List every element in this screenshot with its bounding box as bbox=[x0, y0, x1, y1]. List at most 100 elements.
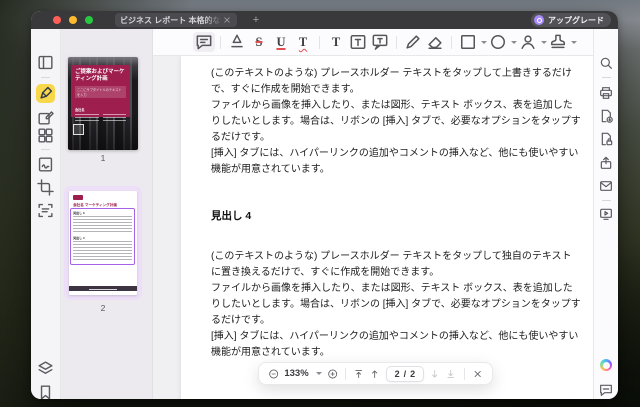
highlighter-icon[interactable] bbox=[226, 32, 248, 52]
edit-pdf-icon[interactable] bbox=[36, 108, 55, 127]
last-page-icon[interactable] bbox=[445, 367, 456, 381]
ai-assistant-icon[interactable] bbox=[598, 357, 614, 373]
paragraph: [挿入] タブには、ハイパーリンクの追加やコメントの挿入など、他にも使いやすい機… bbox=[211, 146, 581, 178]
cover-subtitle: ここにサブタイトルのテキストを入力 bbox=[75, 86, 126, 98]
main-area: S U T T (このテキストのような) プレースホルダー bbox=[153, 29, 594, 399]
feedback-icon[interactable] bbox=[598, 382, 614, 398]
zoom-out-icon[interactable] bbox=[268, 367, 279, 381]
divider bbox=[41, 77, 50, 78]
upgrade-label: アップグレード bbox=[548, 15, 604, 26]
new-tab-button[interactable]: + bbox=[249, 13, 263, 27]
document-tab[interactable]: ビジネス レポート 本格的なデ bbox=[115, 13, 237, 27]
ocr-icon[interactable] bbox=[36, 201, 55, 220]
divider bbox=[41, 149, 50, 150]
paragraph: (このテキストのような) プレースホルダー テキストをタップして独自のテキストに… bbox=[211, 249, 581, 281]
annotate-marker-icon[interactable] bbox=[36, 84, 55, 103]
email-icon[interactable] bbox=[598, 178, 614, 194]
crop-pages-icon[interactable] bbox=[36, 178, 55, 197]
tab-title: ビジネス レポート 本格的なデ bbox=[120, 15, 222, 26]
divider bbox=[220, 36, 221, 49]
share-icon[interactable] bbox=[598, 155, 614, 171]
paragraph: ファイルから画像を挿入したり、または図形、テキスト ボックス、表を追加したりした… bbox=[211, 281, 581, 329]
divider bbox=[602, 200, 611, 201]
window-content: ご提案およびマーケティング計画 ここにサブタイトルのテキストを入力 会社名 1 … bbox=[31, 29, 618, 399]
annotation-toolbar: S U T T bbox=[153, 29, 594, 56]
eraser-icon[interactable] bbox=[424, 32, 446, 52]
next-page-icon[interactable] bbox=[429, 367, 440, 381]
upgrade-icon bbox=[534, 15, 544, 25]
total-pages: 2 bbox=[410, 369, 415, 379]
left-toolbar bbox=[31, 29, 61, 399]
zoom-level[interactable]: 133% bbox=[284, 368, 308, 379]
visible-area-indicator[interactable] bbox=[70, 208, 135, 265]
shape-rect-icon[interactable] bbox=[457, 32, 479, 52]
upgrade-button[interactable]: アップグレード bbox=[531, 13, 611, 27]
squiggly-icon[interactable]: T bbox=[292, 32, 314, 52]
shape-ellipse-icon[interactable] bbox=[487, 32, 509, 52]
divider bbox=[345, 368, 346, 380]
sign-icon[interactable] bbox=[36, 155, 55, 174]
first-page-icon[interactable] bbox=[353, 367, 364, 381]
pencil-icon[interactable] bbox=[402, 32, 424, 52]
page-navigation-bar: 133% 2 / 2 bbox=[258, 362, 493, 385]
thumb-tag bbox=[73, 195, 83, 200]
protect-icon[interactable] bbox=[598, 131, 614, 147]
divider bbox=[464, 368, 465, 380]
organize-pages-icon[interactable] bbox=[36, 126, 55, 145]
batch-icon[interactable] bbox=[36, 359, 55, 378]
thumb-footer-bar bbox=[69, 286, 137, 291]
page-2-preview: 会社名 マーケティング計画 見出し 3 見出し 4 bbox=[69, 191, 137, 295]
bookmark-icon[interactable] bbox=[36, 383, 55, 399]
zoom-in-icon[interactable] bbox=[327, 367, 338, 381]
text-icon[interactable]: T bbox=[325, 32, 347, 52]
save-as-icon[interactable] bbox=[598, 108, 614, 124]
slideshow-icon[interactable] bbox=[598, 206, 614, 222]
close-navigation-icon[interactable] bbox=[472, 367, 483, 381]
stamp-icon[interactable] bbox=[547, 32, 569, 52]
paragraph: [挿入] タブには、ハイパーリンクの追加やコメントの挿入など、他にも使いやすい機… bbox=[211, 329, 581, 361]
signature-icon[interactable] bbox=[517, 32, 539, 52]
right-toolbar bbox=[593, 29, 618, 399]
strikethrough-icon[interactable]: S bbox=[248, 32, 270, 52]
thumbnail-panel: ご提案およびマーケティング計画 ここにサブタイトルのテキストを入力 会社名 1 … bbox=[61, 29, 153, 399]
close-window-button[interactable] bbox=[53, 16, 61, 24]
page-indicator[interactable]: 2 / 2 bbox=[386, 366, 425, 382]
page-2-thumbnail-selected[interactable]: 会社名 マーケティング計画 見出し 3 見出し 4 bbox=[64, 186, 142, 300]
note-icon[interactable] bbox=[193, 32, 215, 52]
page-separator: / bbox=[404, 369, 407, 379]
cover-title: ご提案およびマーケティング計画 bbox=[75, 69, 126, 83]
page-1-thumbnail[interactable]: ご提案およびマーケティング計画 ここにサブタイトルのテキストを入力 会社名 bbox=[68, 57, 138, 150]
paragraph: ファイルから画像を挿入したり、または図形、テキスト ボックス、表を追加したりした… bbox=[211, 98, 581, 146]
paragraph: (このテキストのような) プレースホルダー テキストをタップして上書きするだけで… bbox=[211, 66, 581, 98]
text-box-icon[interactable] bbox=[347, 32, 369, 52]
current-page: 2 bbox=[395, 369, 400, 379]
document-page: (このテキストのような) プレースホルダー テキストをタップして上書きするだけで… bbox=[181, 56, 594, 399]
titlebar: ビジネス レポート 本格的なデ + アップグレード bbox=[31, 11, 618, 29]
reader-icon[interactable] bbox=[36, 53, 55, 72]
document-text: (このテキストのような) プレースホルダー テキストをタップして上書きするだけで… bbox=[181, 56, 594, 361]
callout-icon[interactable] bbox=[369, 32, 391, 52]
cover-text-lines bbox=[75, 114, 126, 121]
underline-icon[interactable]: U bbox=[270, 32, 292, 52]
minimize-window-button[interactable] bbox=[69, 16, 77, 24]
document-canvas: (このテキストのような) プレースホルダー テキストをタップして上書きするだけで… bbox=[153, 56, 594, 399]
app-window: ビジネス レポート 本格的なデ + アップグレード bbox=[31, 11, 618, 399]
cover-title-block: ご提案およびマーケティング計画 ここにサブタイトルのテキストを入力 会社名 bbox=[71, 65, 131, 117]
zoom-dropdown-icon[interactable] bbox=[316, 372, 322, 375]
divider bbox=[602, 77, 611, 78]
fullscreen-window-button[interactable] bbox=[85, 16, 93, 24]
page-1-number: 1 bbox=[68, 153, 138, 163]
tab-close-icon[interactable] bbox=[222, 15, 232, 25]
print-icon[interactable] bbox=[598, 85, 614, 101]
cover-logo bbox=[73, 124, 84, 135]
search-icon[interactable] bbox=[598, 55, 614, 71]
page-2-number: 2 bbox=[68, 303, 138, 313]
traffic-lights bbox=[53, 16, 93, 24]
document-heading: 見出し 4 bbox=[211, 208, 581, 224]
cover-company: 会社名 bbox=[75, 107, 126, 112]
divider bbox=[451, 36, 452, 49]
chevron-down-icon[interactable] bbox=[571, 41, 577, 44]
divider bbox=[396, 36, 397, 49]
divider bbox=[319, 36, 320, 49]
previous-page-icon[interactable] bbox=[369, 367, 380, 381]
